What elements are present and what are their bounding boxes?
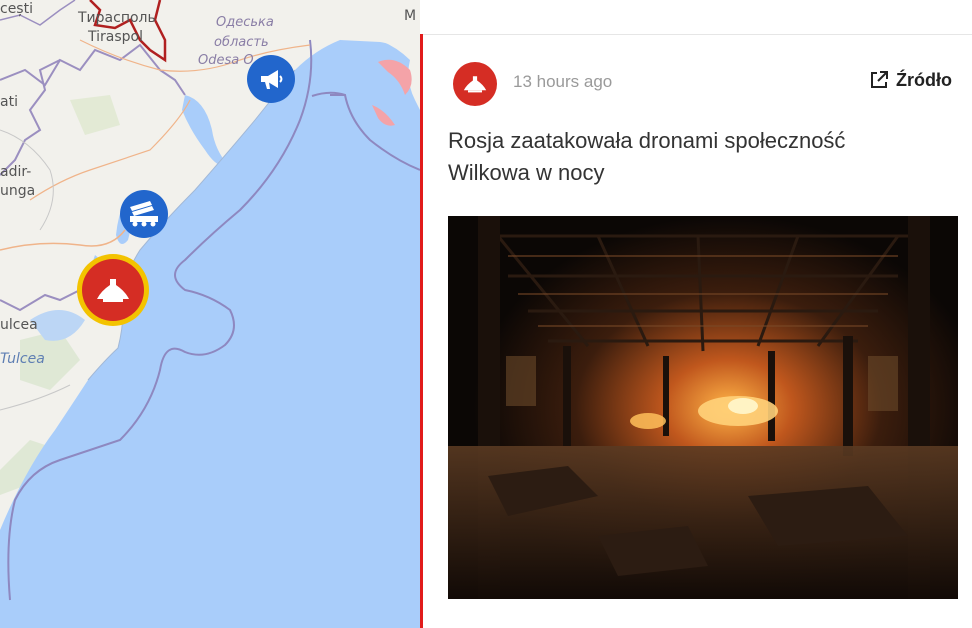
- map-label-ati: ati: [0, 94, 18, 110]
- map-label-odeska: Одеська: [216, 15, 274, 30]
- map-marker-megaphone[interactable]: [247, 55, 295, 103]
- panel-topbar: [420, 0, 972, 35]
- map-marker-drone[interactable]: [77, 254, 149, 326]
- map-label-odesa: Odesa O: [198, 53, 254, 68]
- map-label-ulcea: ulcea: [0, 317, 38, 333]
- event-panel: 13 hours ago Źródło Rosja zaatakowała dr…: [420, 0, 972, 628]
- event-timestamp: 13 hours ago: [513, 72, 613, 91]
- map-base: [0, 0, 420, 628]
- external-link-icon: [871, 71, 888, 88]
- source-link[interactable]: Źródło: [868, 69, 952, 91]
- map-label-unga: unga: [0, 183, 36, 199]
- map-label-tulcea: Tulcea: [0, 351, 45, 367]
- map-label-tiraspol: Tiraspol: [88, 29, 143, 45]
- map-view[interactable]: cești Тирасполь Tiraspol Одеська область…: [0, 0, 420, 628]
- map-label-tiraspol-cyr: Тирасполь: [78, 10, 156, 26]
- drone-icon: [97, 279, 129, 302]
- map-marker-launcher[interactable]: [120, 190, 168, 238]
- event-title: Rosja zaatakowała dronami społeczność Wi…: [448, 128, 846, 185]
- map-label-m: M: [404, 8, 417, 24]
- map-label-oblast: область: [214, 35, 269, 50]
- panel-accent-line: [420, 34, 423, 628]
- source-link-label: Źródło: [896, 69, 952, 90]
- megaphone-icon: [261, 70, 283, 89]
- event-type-icon: [453, 62, 497, 106]
- drone-icon: [463, 76, 487, 93]
- burning-warehouse-photo: [448, 216, 958, 599]
- map-label-adir: adir-: [0, 164, 32, 180]
- rocket-launcher-icon: [130, 201, 158, 227]
- map-label-cesti: cești: [0, 1, 33, 17]
- event-photo[interactable]: [448, 216, 958, 599]
